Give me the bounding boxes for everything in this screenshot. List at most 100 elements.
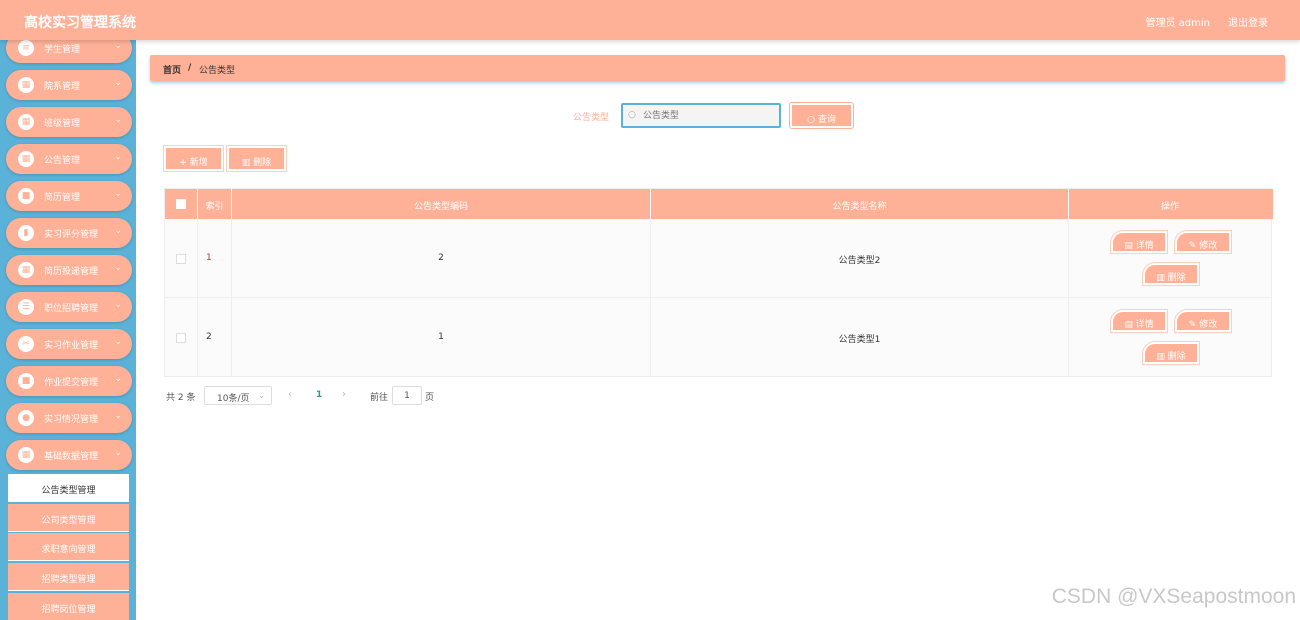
header-name: 公告类型名称: [651, 189, 1069, 219]
sidebar-item-class[interactable]: ▦ 班级管理 ⌄: [6, 107, 132, 137]
clipboard-icon: ■: [18, 373, 34, 389]
table-row: 1 2 公告类型2 ▤ 详情 ✎ 修改 ▥ 删除: [165, 219, 1271, 298]
page-size-select[interactable]: 10条/页 ⌄: [204, 386, 272, 405]
sidebar-item-department[interactable]: ▦ 院系管理 ⌄: [6, 70, 132, 100]
logout-link[interactable]: 退出登录: [1228, 14, 1268, 29]
submenu-item-label: 招聘岗位管理: [41, 605, 96, 615]
chevron-down-icon: ⌄: [258, 391, 265, 400]
row-select-cell: [165, 298, 198, 377]
submenu-item-announcement-type[interactable]: 公告类型管理: [8, 474, 129, 502]
top-bar: 高校实习管理系统 管理员 admin 退出登录: [0, 0, 1300, 40]
delete-button-label: ▥ 删除: [241, 158, 272, 168]
sidebar-item-label: 实习评分管理: [44, 230, 99, 240]
sidebar-item-job-recruit[interactable]: ☰ 职位招聘管理 ⌄: [6, 292, 132, 322]
data-table: 索引 公告类型编码 公告类型名称 操作 1 2 公告类型2 ▤ 详情 ✎ 修改 …: [164, 188, 1273, 377]
submenu-item-company-type[interactable]: 公司类型管理: [8, 504, 129, 532]
row-checkbox[interactable]: [176, 254, 186, 264]
chevron-down-icon: ⌄: [114, 152, 122, 162]
grid-icon: ▦: [18, 151, 34, 167]
sidebar-item-resume[interactable]: ■ 简历管理 ⌄: [6, 181, 132, 211]
sidebar: ≡ 学生管理 ⌄ ▦ 院系管理 ⌄ ▦ 班级管理 ⌄ ▦ 公告管理 ⌄ ■ 简历…: [0, 40, 136, 620]
page-number-1[interactable]: 1: [316, 390, 322, 400]
row-name: 公告类型2: [838, 256, 881, 266]
submenu-item-recruit-post[interactable]: 招聘岗位管理: [8, 593, 129, 620]
sidebar-item-base-data[interactable]: ▦ 基础数据管理 ⌄: [6, 440, 132, 470]
list-icon: ≡: [18, 40, 34, 56]
breadcrumb: 首页 / 公告类型: [150, 55, 1285, 81]
chevron-down-icon: ⌄: [114, 189, 122, 199]
submenu-item-recruit-type[interactable]: 招聘类型管理: [8, 563, 129, 591]
goto-page-input[interactable]: [392, 386, 422, 405]
grid-icon: ▦: [18, 447, 34, 463]
grid-icon: ▦: [18, 77, 34, 93]
submenu-item-label: 招聘类型管理: [41, 575, 96, 585]
sidebar-item-homework[interactable]: ✂ 实习作业管理 ⌄: [6, 329, 132, 359]
submenu-item-label: 求职意向管理: [41, 545, 96, 555]
sidebar-item-homework-submit[interactable]: ■ 作业提交管理 ⌄: [6, 366, 132, 396]
header-index-label: 索引: [205, 202, 224, 212]
submenu-item-label: 公司类型管理: [41, 516, 96, 526]
next-page-button[interactable]: ›: [342, 389, 346, 400]
page-unit-label: 页: [425, 393, 435, 403]
scissors-icon: ✂: [18, 336, 34, 352]
query-button-label: ○ 查询: [807, 115, 836, 125]
select-all-checkbox[interactable]: [176, 199, 186, 209]
chevron-down-icon: ⌄: [114, 263, 122, 273]
header-index: 索引: [198, 189, 232, 219]
sidebar-item-label: 院系管理: [44, 82, 81, 92]
row-code-cell: 2: [232, 219, 651, 298]
prev-page-button[interactable]: ‹: [288, 389, 292, 400]
sidebar-item-label: 实习情况管理: [44, 415, 99, 425]
search-input[interactable]: [643, 108, 773, 124]
add-button[interactable]: + 新增: [163, 145, 224, 172]
sidebar-item-label: 学生管理: [44, 45, 81, 55]
search-label: 公告类型: [573, 113, 610, 123]
header-ops: 操作: [1069, 189, 1271, 219]
user-info: 管理员 admin: [1145, 18, 1210, 29]
edit-button-label: ✎ 修改: [1188, 320, 1218, 330]
row-checkbox[interactable]: [176, 333, 186, 343]
chevron-down-icon: ⌄: [114, 337, 122, 347]
header-code-label: 公告类型编码: [413, 202, 468, 212]
submenu-item-label: 公告类型管理: [41, 486, 96, 496]
sidebar-item-announcement[interactable]: ▦ 公告管理 ⌄: [6, 144, 132, 174]
row-name: 公告类型1: [838, 335, 881, 345]
chevron-down-icon: ⌄: [114, 374, 122, 384]
batch-delete-button[interactable]: ▥ 删除: [226, 145, 287, 172]
sidebar-item-label: 作业提交管理: [44, 378, 99, 388]
row-name-cell: 公告类型1: [651, 298, 1069, 377]
bar-chart-icon: ▮: [18, 225, 34, 241]
sidebar-item-label: 实习作业管理: [44, 341, 99, 351]
edit-button[interactable]: ✎ 修改: [1174, 309, 1232, 333]
row-delete-button[interactable]: ▥ 删除: [1142, 262, 1200, 286]
user-icon: ●: [18, 410, 34, 426]
detail-button[interactable]: ▤ 详情: [1110, 230, 1168, 254]
app-title: 高校实习管理系统: [24, 15, 136, 31]
submenu-item-job-intention[interactable]: 求职意向管理: [8, 533, 129, 561]
grid-icon: ▦: [18, 114, 34, 130]
query-button[interactable]: ○ 查询: [789, 102, 854, 129]
row-delete-button-label: ▥ 删除: [1156, 273, 1186, 283]
chevron-down-icon: ⌄: [114, 226, 122, 236]
sidebar-item-internship-score[interactable]: ▮ 实习评分管理 ⌄: [6, 218, 132, 248]
header-select-cell: [165, 189, 198, 219]
detail-button-label: ▤ 详情: [1124, 320, 1154, 330]
detail-button[interactable]: ▤ 详情: [1110, 309, 1168, 333]
detail-button-label: ▤ 详情: [1124, 241, 1154, 251]
sidebar-item-student[interactable]: ≡ 学生管理 ⌄: [6, 40, 132, 63]
breadcrumb-home[interactable]: 首页: [163, 63, 181, 76]
page-size-value: 10条/页: [217, 394, 250, 404]
sidebar-item-resume-delivery[interactable]: ▦ 简历投递管理 ⌄: [6, 255, 132, 285]
row-code: 2: [438, 253, 444, 263]
table-header: 索引 公告类型编码 公告类型名称 操作: [165, 189, 1273, 219]
row-delete-button[interactable]: ▥ 删除: [1142, 341, 1200, 365]
row-ops-cell: ▤ 详情 ✎ 修改 ▥ 删除: [1069, 298, 1271, 377]
edit-button[interactable]: ✎ 修改: [1174, 230, 1232, 254]
search-input-wrapper: ○: [621, 103, 781, 128]
row-index-cell: 1: [198, 219, 232, 298]
sidebar-item-label: 班级管理: [44, 119, 81, 129]
row-select-cell: [165, 219, 198, 298]
sliders-icon: ☰: [18, 299, 34, 315]
sidebar-item-label: 简历管理: [44, 193, 81, 203]
sidebar-item-internship-status[interactable]: ● 实习情况管理 ⌄: [6, 403, 132, 433]
